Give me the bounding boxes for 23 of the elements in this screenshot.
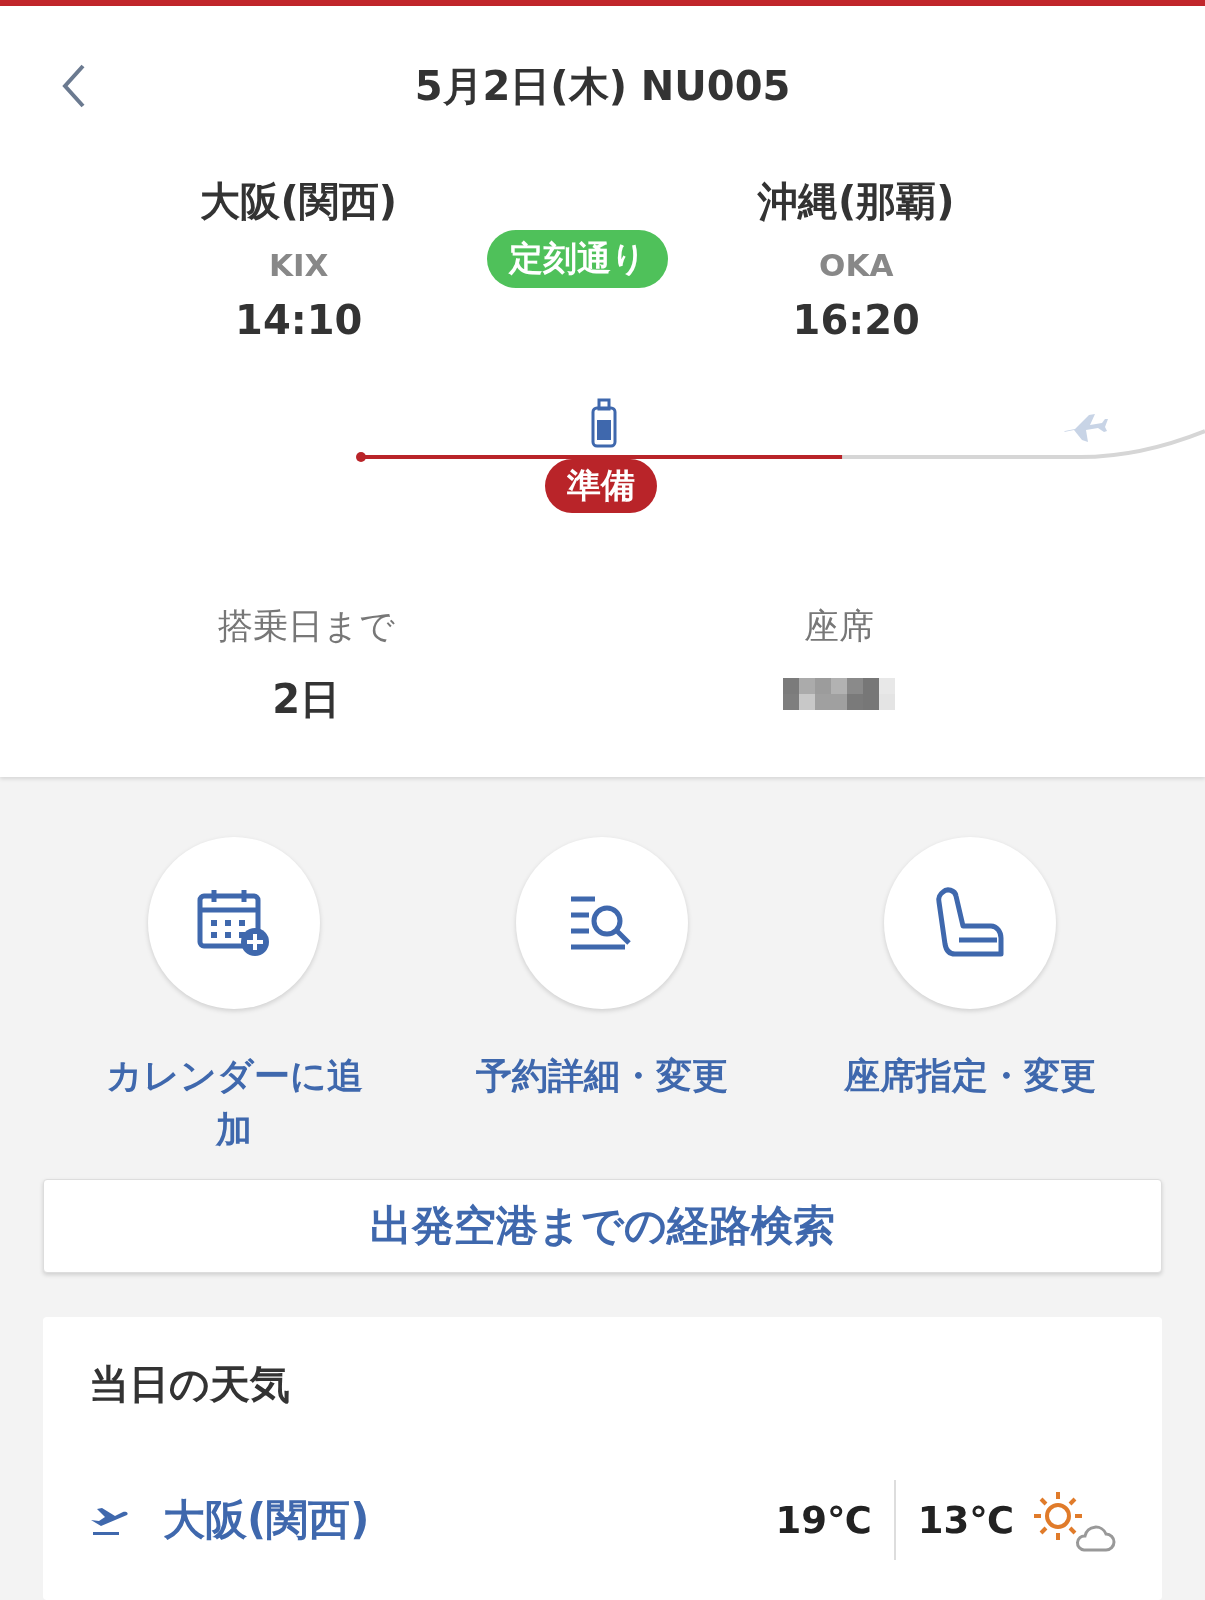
calendar-add-icon: [197, 888, 271, 959]
suitcase-icon: [591, 398, 617, 448]
weather-title: 当日の天気: [89, 1360, 291, 1409]
arrival-time: 16:20: [792, 297, 920, 344]
low-temperature: 13℃: [917, 1498, 1014, 1542]
route-search-button[interactable]: 出発空港までの経路検索: [43, 1179, 1162, 1273]
info-label: 座席: [803, 605, 874, 649]
high-temperature: 19℃: [775, 1498, 872, 1542]
flight-title: 5月2日(木) NU005: [414, 61, 791, 111]
action-button[interactable]: カレンダーに追加: [50, 837, 418, 1158]
weather-city: 大阪(関西): [163, 1494, 371, 1546]
status-badge: 定刻通り: [487, 229, 668, 288]
stage-badge: 準備: [545, 459, 657, 514]
arrival-code: OKA: [819, 247, 894, 284]
info-value: 2日: [272, 675, 341, 725]
action-button[interactable]: 座席指定・変更: [786, 837, 1154, 1158]
departure-code: KIX: [269, 247, 329, 284]
departure-city: 大阪(関西): [200, 177, 398, 227]
action-button[interactable]: 予約詳細・変更: [418, 837, 786, 1158]
departure-time: 14:10: [235, 297, 363, 344]
arrival-city: 沖縄(那覇): [757, 177, 955, 227]
airplane-icon: [1064, 414, 1108, 443]
info-label: 搭乗日まで: [217, 605, 395, 649]
